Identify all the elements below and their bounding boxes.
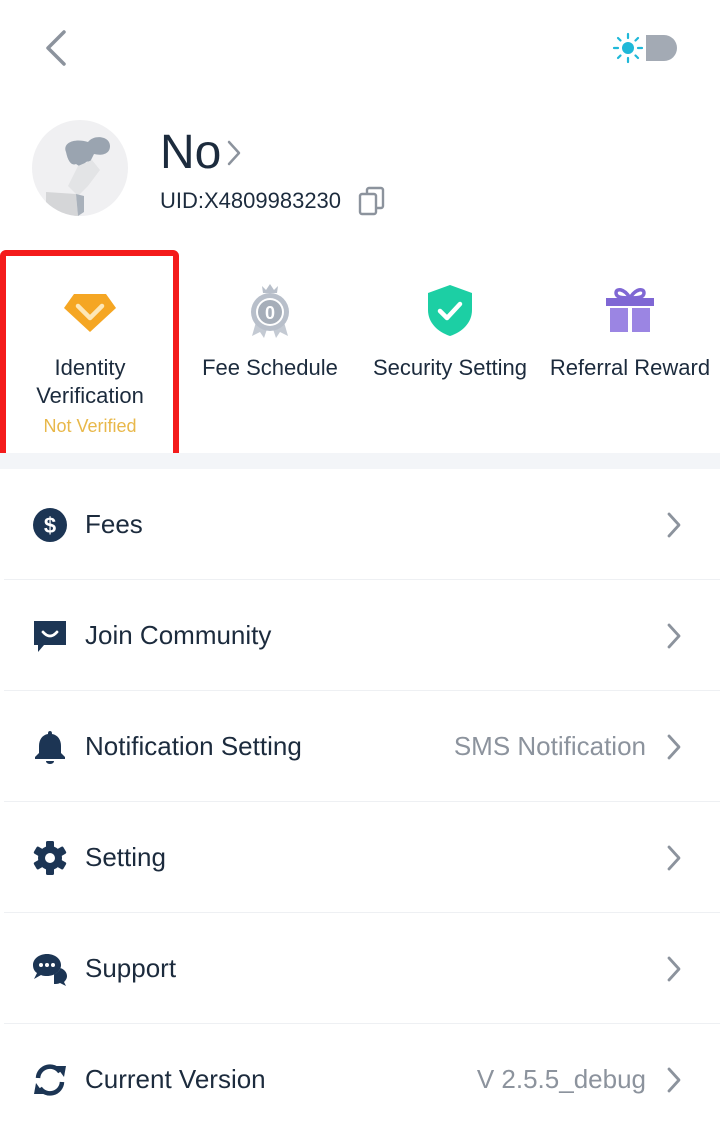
chevron-right-icon: [667, 1067, 681, 1092]
settings-menu: $ Fees Join Community Notification Setti…: [0, 469, 720, 1135]
copy-icon[interactable]: [357, 185, 387, 217]
shortcut-label: Referral Reward: [549, 355, 711, 380]
shortcut-grid: Identity Verification Not Verified 0 Fee…: [0, 255, 720, 453]
menu-label: Support: [85, 953, 177, 983]
theme-toggle[interactable]: [612, 30, 682, 66]
uid-row: UID:X4809983230: [160, 185, 387, 217]
uid-text: UID:X4809983230: [160, 188, 342, 213]
gear-icon: [33, 840, 67, 875]
shortcut-referral-reward[interactable]: Referral Reward: [540, 255, 720, 453]
avatar[interactable]: [32, 120, 128, 216]
fee-level-badge: 0: [265, 303, 275, 323]
menu-item-support[interactable]: Support: [0, 913, 720, 1024]
gift-icon: [606, 288, 654, 332]
chevron-right-icon: [667, 512, 681, 537]
chevron-right-icon: [667, 956, 681, 981]
username: No: [160, 126, 222, 179]
top-bar: [0, 0, 720, 100]
chat-bubbles-icon: [33, 953, 67, 986]
default-avatar-icon: [46, 137, 110, 216]
shield-check-icon: [428, 285, 472, 336]
menu-item-current-version[interactable]: Current Version V 2.5.5_debug: [0, 1024, 720, 1135]
menu-label: Setting: [85, 842, 166, 872]
menu-value: V 2.5.5_debug: [476, 1064, 646, 1094]
menu-item-join-community[interactable]: Join Community: [0, 580, 720, 691]
chevron-right-icon: [667, 623, 681, 648]
menu-value: SMS Notification: [453, 731, 646, 761]
chat-smile-icon: [34, 620, 66, 652]
chevron-right-icon: [667, 734, 681, 759]
menu-item-setting[interactable]: Setting: [0, 802, 720, 913]
refresh-icon: [34, 1063, 66, 1096]
back-button[interactable]: [38, 26, 78, 70]
shortcut-identity-verification[interactable]: Identity Verification Not Verified: [0, 255, 180, 453]
svg-text:$: $: [44, 513, 56, 538]
dollar-icon: $: [33, 507, 67, 542]
shortcut-label: Fee Schedule: [202, 355, 338, 380]
sun-icon: [612, 32, 644, 64]
menu-label: Join Community: [85, 620, 272, 650]
menu-label: Fees: [85, 509, 143, 539]
shortcut-label: Identity Verification: [36, 355, 144, 408]
shortcut-label: Security Setting: [372, 355, 528, 380]
menu-item-fees[interactable]: $ Fees: [0, 469, 720, 580]
chevron-right-icon: [667, 845, 681, 870]
diamond-check-icon: [64, 294, 116, 332]
toggle-track: [646, 35, 677, 61]
menu-label: Notification Setting: [85, 731, 302, 761]
shortcut-fee-schedule[interactable]: 0 Fee Schedule: [180, 255, 360, 453]
verification-status: Not Verified: [43, 416, 137, 436]
bell-icon: [35, 730, 65, 764]
shortcut-security-setting[interactable]: Security Setting: [360, 255, 540, 453]
username-link[interactable]: No: [160, 125, 243, 181]
menu-item-notification-setting[interactable]: Notification Setting SMS Notification: [0, 691, 720, 802]
chevron-left-icon: [46, 30, 66, 66]
profile-header: No UID:X4809983230: [0, 115, 720, 225]
section-divider: [0, 453, 720, 469]
menu-label: Current Version: [85, 1064, 266, 1094]
chevron-right-icon: [228, 140, 241, 166]
medal-icon: 0: [251, 284, 289, 338]
